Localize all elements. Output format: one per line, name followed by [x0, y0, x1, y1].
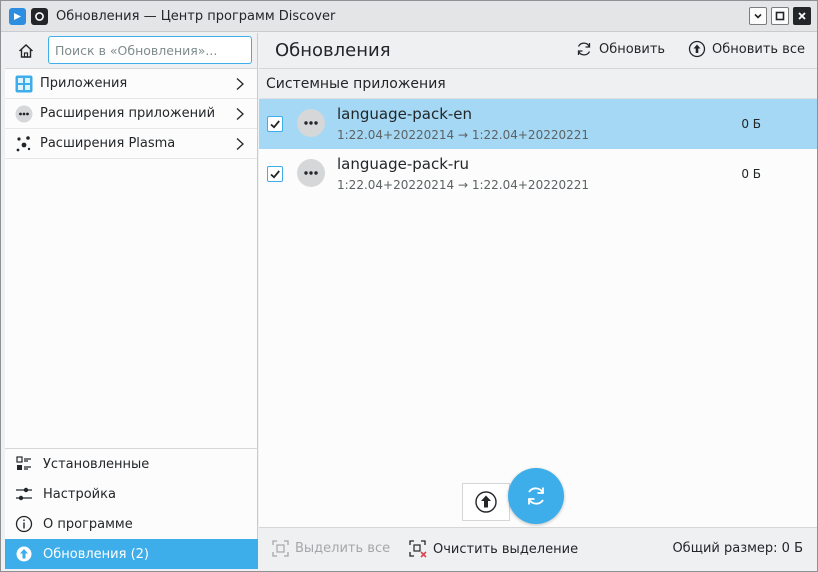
checkmark-icon — [270, 120, 280, 129]
info-icon — [14, 514, 34, 534]
chevron-right-icon — [236, 138, 244, 150]
clear-selection-label: Очистить выделение — [433, 541, 579, 557]
nav-installed[interactable]: Установленные — [5, 449, 258, 479]
package-icon — [297, 109, 325, 137]
update-checkbox[interactable] — [267, 166, 283, 182]
nav-about[interactable]: О программе — [5, 509, 258, 539]
nav-label: О программе — [43, 516, 133, 532]
upload-circle-icon — [475, 491, 497, 513]
package-icon — [297, 159, 325, 187]
chevron-right-icon — [236, 108, 244, 120]
section-title: Системные приложения — [259, 69, 817, 99]
package-size: 0 Б — [741, 167, 761, 181]
total-size: Общий размер: 0 Б — [672, 541, 803, 556]
category-label: Расширения Plasma — [40, 136, 176, 151]
title-bar[interactable]: Обновления — Центр программ Discover — [1, 1, 817, 32]
package-version: 1:22.04+20220214 → 1:22.04+20220221 — [337, 178, 590, 192]
select-all-label: Выделить все — [295, 541, 391, 556]
update-all-button[interactable]: Обновить все — [688, 40, 805, 58]
sidebar-nav: Установленные Настройка О программе Обно… — [5, 448, 258, 569]
nav-label: Обновления (2) — [43, 546, 149, 562]
updates-icon — [14, 544, 34, 564]
category-label: Приложения — [40, 76, 128, 91]
category-plasma-addons[interactable]: Расширения Plasma — [5, 129, 257, 159]
select-all-button[interactable]: Выделить все — [272, 540, 390, 557]
nav-settings[interactable]: Настройка — [5, 479, 258, 509]
package-name: language-pack-en — [337, 105, 473, 123]
plasma-icon — [14, 134, 34, 154]
category-applications[interactable]: Приложения — [5, 69, 257, 99]
page-header: Обновления Обновить Обновить все — [259, 33, 817, 69]
update-checkbox[interactable] — [267, 116, 283, 132]
package-name: language-pack-ru — [337, 155, 469, 173]
main-panel: Обновления Обновить Обновить все Системн… — [259, 33, 817, 569]
close-icon[interactable] — [793, 7, 811, 25]
page-title: Обновления — [275, 40, 391, 61]
update-selected-button[interactable] — [462, 483, 510, 521]
discover-icon — [9, 7, 26, 25]
applications-grid-icon — [14, 74, 34, 94]
package-size: 0 Б — [741, 117, 761, 131]
installed-list-icon — [14, 454, 34, 474]
home-icon[interactable] — [13, 38, 39, 64]
pin-icon[interactable] — [31, 7, 48, 25]
search-input[interactable] — [48, 36, 252, 64]
update-all-icon — [688, 40, 706, 58]
checkmark-icon — [270, 170, 280, 179]
update-row[interactable]: language-pack-en 1:22.04+20220214 → 1:22… — [259, 99, 817, 149]
minimize-icon[interactable] — [749, 7, 767, 25]
update-all-label: Обновить все — [712, 41, 805, 57]
refresh-icon — [528, 487, 544, 505]
maximize-icon[interactable] — [771, 7, 789, 25]
update-row[interactable]: language-pack-ru 1:22.04+20220214 → 1:22… — [259, 149, 817, 199]
refresh-button[interactable]: Обновить — [575, 40, 665, 58]
sidebar: Приложения Расширения приложений Расшире… — [5, 33, 258, 569]
clear-selection-button[interactable]: Очистить выделение — [409, 540, 578, 558]
nav-updates[interactable]: Обновления (2) — [5, 539, 258, 569]
package-version: 1:22.04+20220214 → 1:22.04+20220221 — [337, 128, 590, 142]
category-app-addons[interactable]: Расширения приложений — [5, 99, 257, 129]
window-title: Обновления — Центр программ Discover — [56, 8, 336, 24]
category-label: Расширения приложений — [40, 106, 216, 121]
select-all-icon — [272, 540, 289, 557]
nav-label: Установленные — [43, 456, 150, 472]
refresh-icon — [577, 42, 591, 56]
clear-selection-icon — [409, 540, 427, 558]
nav-label: Настройка — [43, 486, 116, 502]
refresh-label: Обновить — [599, 41, 666, 57]
discover-window: Обновления — Центр программ Discover Пр — [0, 0, 818, 572]
check-updates-button[interactable] — [508, 468, 564, 524]
sidebar-toolbar — [5, 33, 257, 69]
settings-sliders-icon — [14, 484, 34, 504]
dots-icon — [14, 104, 34, 124]
chevron-right-icon — [236, 78, 244, 90]
footer-bar: Выделить все Очистить выделение Общий ра… — [259, 527, 817, 569]
